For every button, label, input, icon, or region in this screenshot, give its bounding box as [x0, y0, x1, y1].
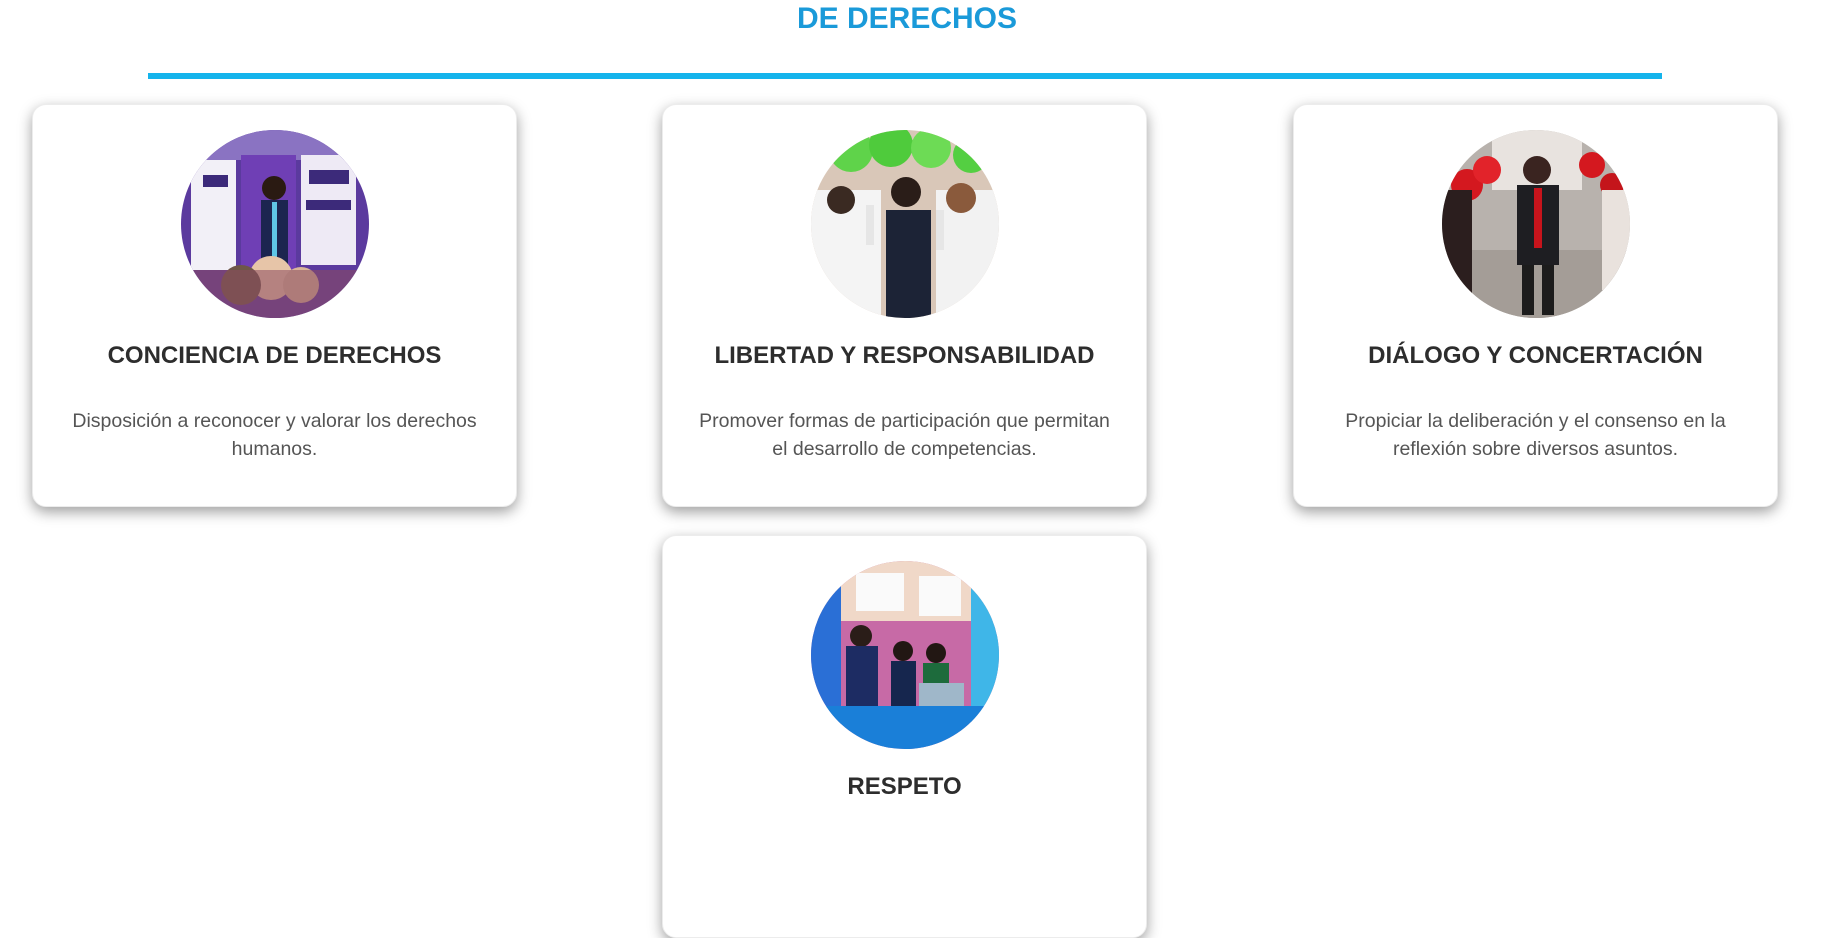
card-description: Disposición a reconocer y valorar los de… — [72, 410, 477, 460]
card-photo — [810, 561, 999, 749]
section-divider — [148, 73, 1662, 79]
card-description: Propiciar la deliberación y el consenso … — [1345, 410, 1726, 460]
value-card-libertad: LIBERTAD Y RESPONSABILIDAD Promover form… — [662, 104, 1147, 507]
section-title: DE DERECHOS — [796, 2, 1018, 35]
card-title: DIÁLOGO Y CONCERTACIÓN — [1368, 342, 1703, 369]
card-photo — [180, 130, 369, 318]
value-card-dialogo: DIÁLOGO Y CONCERTACIÓN Propiciar la deli… — [1293, 104, 1778, 507]
card-title: RESPETO — [847, 773, 962, 800]
card-title: LIBERTAD Y RESPONSABILIDAD — [714, 342, 1095, 369]
value-card-conciencia: CONCIENCIA DE DERECHOS Disposición a rec… — [32, 104, 517, 507]
card-photo — [1441, 130, 1630, 318]
card-title: CONCIENCIA DE DERECHOS — [107, 342, 442, 369]
card-photo — [810, 130, 999, 318]
value-card-respeto: RESPETO — [662, 535, 1147, 938]
card-description: Promover formas de participación que per… — [699, 410, 1110, 460]
